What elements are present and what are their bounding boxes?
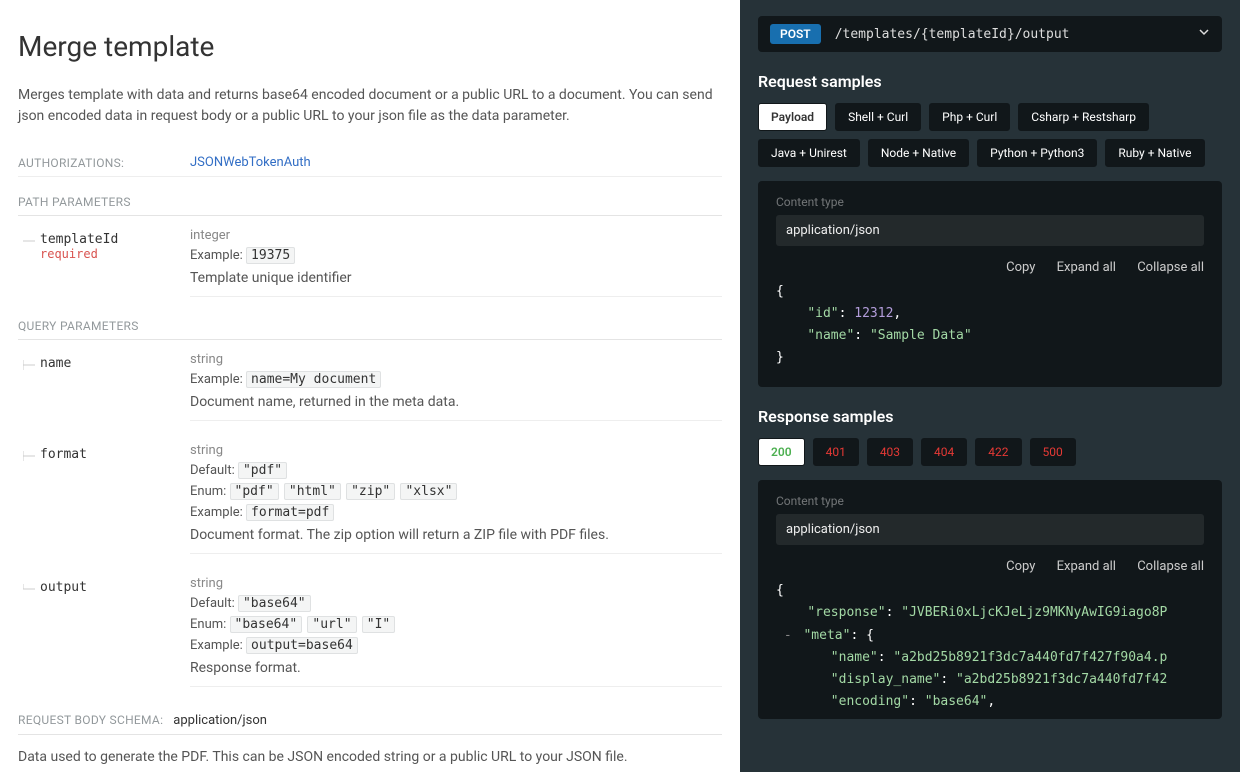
tab-200[interactable]: 200 — [758, 438, 805, 466]
enum-value: "url" — [307, 616, 356, 633]
param-type: integer — [190, 228, 722, 243]
default-value: "pdf" — [238, 462, 287, 479]
example-label: Example: — [190, 248, 243, 263]
endpoint-path: /templates/{templateId}/output — [835, 27, 1198, 42]
response-samples-heading: Response samples — [758, 407, 1222, 426]
param-type: string — [190, 443, 722, 458]
example-label: Example: — [190, 638, 243, 653]
tab-node-native[interactable]: Node + Native — [868, 139, 969, 167]
param-type: string — [190, 352, 722, 367]
enum-value: "base64" — [230, 616, 303, 633]
copy-button[interactable]: Copy — [1006, 260, 1035, 275]
tab-401[interactable]: 401 — [813, 438, 859, 466]
path-params-heading: PATH PARAMETERS — [18, 195, 722, 216]
collapse-all-button[interactable]: Collapse all — [1137, 260, 1204, 275]
collapse-all-button[interactable]: Collapse all — [1137, 559, 1204, 574]
tab-404[interactable]: 404 — [921, 438, 967, 466]
param-desc: Template unique identifier — [190, 270, 722, 286]
example-label: Example: — [190, 505, 243, 520]
expand-all-button[interactable]: Expand all — [1057, 260, 1116, 275]
request-json: { "id": 12312, "name": "Sample Data" } — [776, 281, 1204, 369]
request-samples-heading: Request samples — [758, 72, 1222, 91]
content-type-label: Content type — [776, 494, 1204, 508]
authorizations-value[interactable]: JSONWebTokenAuth — [190, 155, 311, 170]
param-desc: Document format. The zip option will ret… — [190, 527, 722, 543]
content-type-value: application/json — [776, 514, 1204, 545]
param-desc: Response format. — [190, 660, 722, 676]
param-name: templateId — [40, 232, 118, 247]
tab-500[interactable]: 500 — [1030, 438, 1076, 466]
enum-value: "pdf" — [230, 483, 279, 500]
enum-value: "I" — [362, 616, 395, 633]
param-name: format — [40, 447, 87, 462]
http-method-badge: POST — [770, 24, 821, 44]
response-tabs: 200 401 403 404 422 500 — [758, 438, 1222, 466]
body-description: Data used to generate the PDF. This can … — [18, 749, 722, 765]
enum-label: Enum: — [190, 617, 226, 632]
tab-csharp-restsharp[interactable]: Csharp + Restsharp — [1018, 103, 1149, 131]
expand-all-button[interactable]: Expand all — [1057, 559, 1116, 574]
schema-value: application/json — [173, 713, 267, 728]
tab-ruby-native[interactable]: Ruby + Native — [1105, 139, 1204, 167]
tab-shell-curl[interactable]: Shell + Curl — [835, 103, 921, 131]
request-tabs: Payload Shell + Curl Php + Curl Csharp +… — [758, 103, 1222, 167]
authorizations-label: AUTHORIZATIONS: — [18, 156, 190, 170]
tab-422[interactable]: 422 — [975, 438, 1021, 466]
enum-value: "xlsx" — [400, 483, 457, 500]
tree-icon — [18, 352, 40, 370]
default-label: Default: — [190, 463, 235, 478]
example-value: output=base64 — [246, 637, 358, 654]
example-value: 19375 — [246, 247, 295, 264]
param-type: string — [190, 576, 722, 591]
tab-java-unirest[interactable]: Java + Unirest — [758, 139, 860, 167]
response-json: { "response": "JVBERi0xLjcKJeLjz9MKNyAwI… — [776, 580, 1204, 713]
content-type-value: application/json — [776, 215, 1204, 246]
param-name: output — [40, 580, 87, 595]
tab-403[interactable]: 403 — [867, 438, 913, 466]
tree-icon — [18, 576, 40, 594]
param-name: name — [40, 356, 71, 371]
query-params-heading: QUERY PARAMETERS — [18, 319, 722, 340]
tab-php-curl[interactable]: Php + Curl — [929, 103, 1010, 131]
content-type-label: Content type — [776, 195, 1204, 209]
tree-icon — [18, 443, 40, 461]
default-label: Default: — [190, 596, 235, 611]
example-label: Example: — [190, 372, 243, 387]
enum-label: Enum: — [190, 484, 226, 499]
tab-python-python3[interactable]: Python + Python3 — [977, 139, 1097, 167]
param-desc: Document name, returned in the meta data… — [190, 394, 722, 410]
default-value: "base64" — [238, 595, 311, 612]
required-tag: required — [40, 247, 118, 261]
example-value: format=pdf — [246, 504, 334, 521]
enum-value: "zip" — [346, 483, 395, 500]
schema-label: REQUEST BODY SCHEMA: — [18, 713, 163, 727]
enum-value: "html" — [284, 483, 341, 500]
copy-button[interactable]: Copy — [1006, 559, 1035, 574]
tab-payload[interactable]: Payload — [758, 103, 827, 131]
tree-icon — [18, 228, 40, 246]
page-title: Merge template — [18, 30, 722, 63]
endpoint-description: Merges template with data and returns ba… — [18, 85, 722, 127]
example-value: name=My document — [246, 371, 381, 388]
chevron-down-icon — [1198, 26, 1210, 42]
endpoint-bar[interactable]: POST /templates/{templateId}/output — [758, 16, 1222, 52]
